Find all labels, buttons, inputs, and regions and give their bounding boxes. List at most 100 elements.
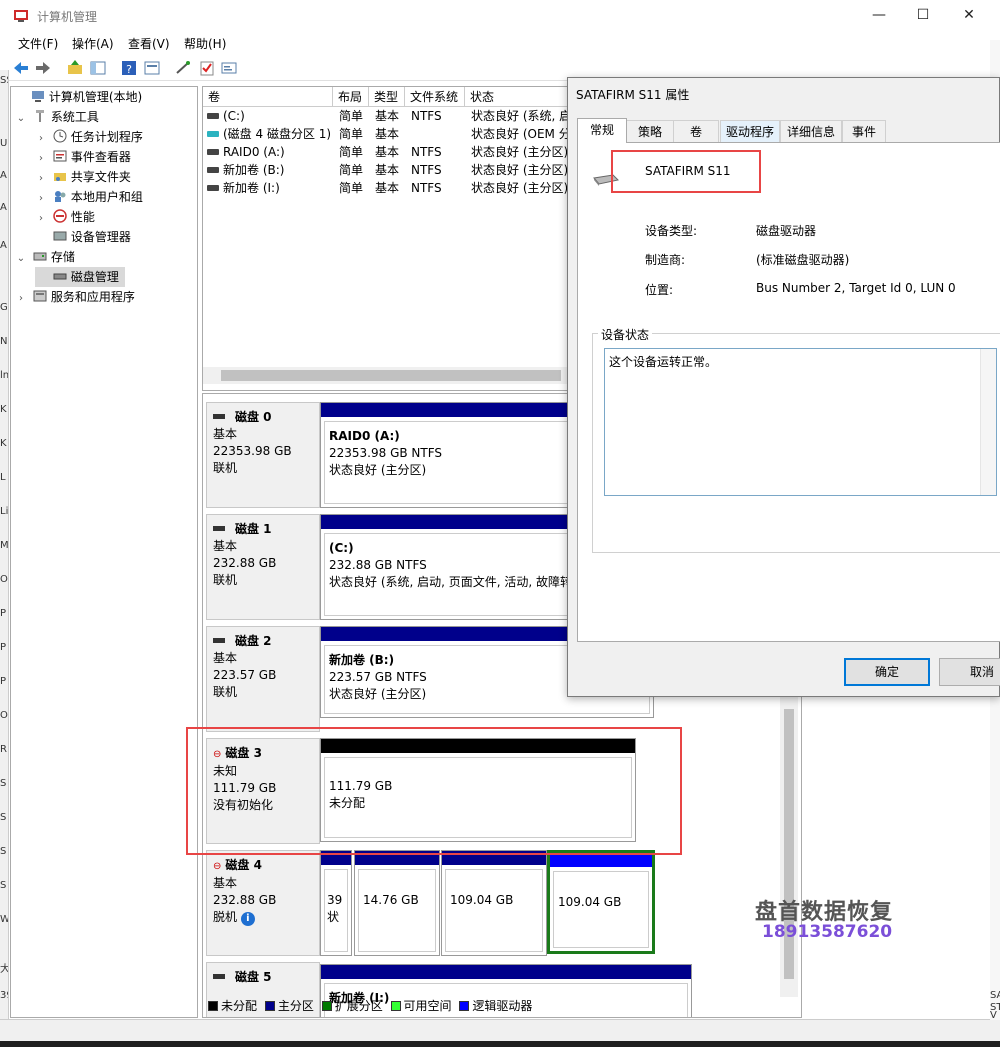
tab-events[interactable]: 事件 [842, 120, 886, 142]
tab-details[interactable]: 详细信息 [780, 120, 842, 142]
disk-1-label[interactable]: 磁盘 1 基本 232.88 GB 联机 [206, 514, 320, 620]
forward-arrow-icon[interactable] [34, 59, 52, 77]
close-button[interactable]: ✕ [946, 0, 992, 30]
checklist-icon[interactable] [198, 59, 216, 77]
device-type-value: 磁盘驱动器 [756, 224, 817, 238]
disk-icon [213, 638, 225, 643]
export-list-icon[interactable] [220, 59, 238, 77]
disk-size: 22353.98 GB [213, 444, 292, 458]
back-arrow-icon[interactable] [12, 59, 30, 77]
highlight-box-device-name [611, 150, 761, 193]
disk-4-partition-0[interactable]: 39 状 [320, 850, 352, 956]
minimize-button[interactable]: — [856, 0, 902, 30]
disk-4-partition-1[interactable]: 14.76 GB [354, 850, 440, 956]
tree-item-services[interactable]: › 服务和应用程序 [15, 287, 135, 307]
device-type-label: 设备类型: [645, 224, 698, 238]
cancel-button[interactable]: 取消 [939, 658, 1000, 686]
sliver-text: K [0, 404, 7, 415]
svg-text:?: ? [126, 63, 132, 76]
up-folder-icon[interactable] [66, 59, 84, 77]
chevron-right-icon[interactable]: › [15, 289, 27, 309]
tree-item-event-viewer[interactable]: › 事件查看器 [35, 147, 131, 167]
chevron-right-icon[interactable]: › [35, 189, 47, 209]
chevron-right-icon[interactable]: › [35, 169, 47, 189]
tab-general[interactable]: 常规 [577, 118, 627, 143]
chevron-down-icon[interactable]: ⌄ [15, 249, 27, 269]
sliver-text: A [0, 240, 7, 251]
tree-item-local-users[interactable]: › 本地用户和组 [35, 187, 143, 207]
ok-button[interactable]: 确定 [844, 658, 930, 686]
clock-icon [53, 129, 67, 143]
connect-icon[interactable] [174, 59, 192, 77]
disk-view-vertical-scrollbar[interactable] [780, 697, 798, 997]
column-header-filesystem[interactable]: 文件系统 [405, 87, 465, 107]
chevron-right-icon[interactable]: › [35, 149, 47, 169]
menu-file[interactable]: 文件(F) [18, 35, 58, 52]
column-header-type[interactable]: 类型 [369, 87, 405, 107]
tree-label: 磁盘管理 [70, 270, 119, 284]
sliver-text: W [0, 914, 9, 925]
volume-list: 卷 布局 类型 文件系统 状态 (C:) 简单 基本 NTFS 状态良好 (系统… [202, 86, 602, 391]
legend-item: 可用空间 [387, 999, 452, 1013]
disk-4-partition-2[interactable]: 109.04 GB [441, 850, 547, 956]
menu-view[interactable]: 查看(V) [128, 35, 170, 52]
column-header-volume[interactable]: 卷 [203, 87, 333, 107]
info-icon[interactable]: i [240, 912, 255, 926]
tree-label: 事件查看器 [70, 150, 131, 164]
tree-item-system-tools[interactable]: ⌄ 系统工具 [15, 107, 99, 127]
sliver-text: L [0, 472, 6, 483]
volume-name: RAID0 (A:) [223, 145, 285, 159]
volume-list-horizontal-scrollbar[interactable] [203, 367, 603, 384]
disk-4-label[interactable]: ⊖ 磁盘 4 基本 232.88 GB 脱机 i [206, 850, 320, 956]
location-label: 位置: [645, 283, 674, 297]
legend-label: 扩展分区 [334, 999, 383, 1013]
tab-policies[interactable]: 策略 [626, 120, 674, 142]
disk-2-label[interactable]: 磁盘 2 基本 223.57 GB 联机 [206, 626, 320, 732]
tree-label: 本地用户和组 [70, 190, 143, 204]
textbox-scrollbar[interactable] [980, 349, 996, 495]
volume-name-cell: 新加卷 (B:) [207, 161, 333, 179]
oem-drive-icon [207, 131, 219, 137]
tree-label: 共享文件夹 [70, 170, 131, 184]
sliver-text: M [0, 540, 9, 551]
tree-item-device-manager[interactable]: 设备管理器 [35, 227, 131, 247]
tree-item-disk-management[interactable]: 磁盘管理 [35, 267, 125, 287]
storage-icon [33, 252, 47, 261]
disk-0-label[interactable]: 磁盘 0 基本 22353.98 GB 联机 [206, 402, 320, 508]
partition-size: 14.76 GB [363, 893, 419, 907]
background-window-sliver: SS U A A A G N ln K K L Li M O P P P O R… [0, 70, 9, 1020]
chevron-right-icon[interactable]: › [35, 209, 47, 229]
chevron-right-icon[interactable]: › [35, 129, 47, 149]
help-icon[interactable]: ? [120, 59, 138, 77]
highlight-box-disk-3 [186, 727, 682, 855]
window-title: 计算机管理 [37, 10, 98, 24]
scrollbar-thumb[interactable] [221, 370, 561, 381]
disk-4-partition-3[interactable]: 109.04 GB [547, 850, 655, 954]
tab-driver[interactable]: 驱动程序 [720, 120, 780, 142]
device-status-textbox[interactable]: 这个设备运转正常。 [604, 348, 997, 496]
show-hide-tree-icon[interactable] [89, 59, 107, 77]
disk-name: 磁盘 1 [235, 522, 272, 536]
volume-layout: 简单 [339, 163, 364, 177]
tree-item-storage[interactable]: ⌄ 存储 [15, 247, 75, 267]
primary-partition-bar [321, 965, 691, 979]
disk-state: 脱机 [213, 910, 238, 924]
tab-volumes[interactable]: 卷 [673, 120, 719, 142]
tree-item-root[interactable]: 计算机管理(本地) [13, 87, 142, 107]
users-icon [54, 191, 66, 202]
tree-item-task-scheduler[interactable]: › 任务计划程序 [35, 127, 143, 147]
menu-help[interactable]: 帮助(H) [184, 35, 226, 52]
properties-icon[interactable] [143, 59, 161, 77]
logical-drive-bar [550, 853, 652, 867]
volume-name-cell: RAID0 (A:) [207, 143, 333, 161]
disk-name: 磁盘 5 [235, 970, 272, 984]
tree-item-performance[interactable]: › 性能 [35, 207, 95, 227]
tree-item-shared-folders[interactable]: › 共享文件夹 [35, 167, 131, 187]
sliver-text: S [0, 812, 7, 823]
menu-action[interactable]: 操作(A) [72, 35, 114, 52]
column-header-layout[interactable]: 布局 [333, 87, 369, 107]
disk-size: 232.88 GB [213, 893, 277, 907]
chevron-down-icon[interactable]: ⌄ [15, 109, 27, 129]
maximize-button[interactable]: ☐ [900, 0, 946, 30]
legend-swatch [390, 1001, 401, 1011]
